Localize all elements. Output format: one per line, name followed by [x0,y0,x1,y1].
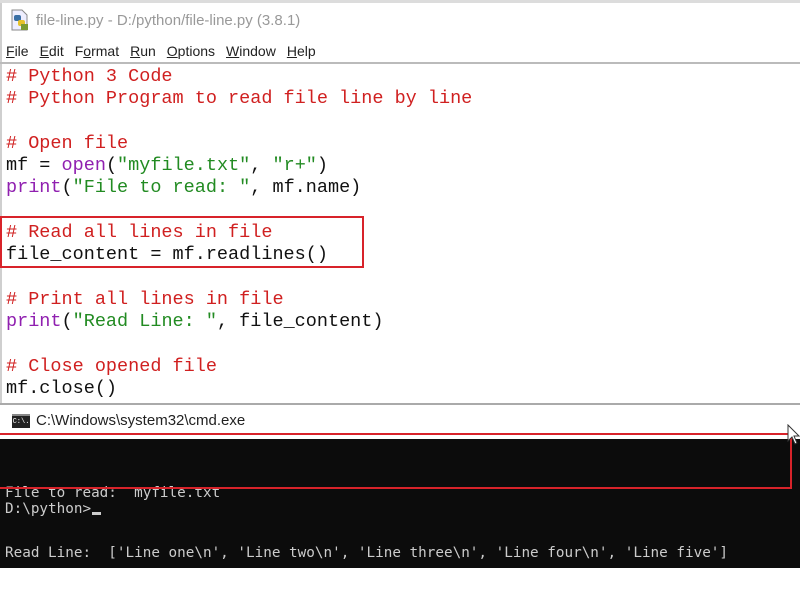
code-line: mf = open("myfile.txt", "r+") [6,155,472,177]
menu-format[interactable]: Format [75,43,119,59]
code-token: ( [61,177,73,199]
comment: # Python Program to read file line by li… [6,88,473,110]
menu-edit[interactable]: Edit [40,43,64,59]
window-title: file-line.py - D:/python/file-line.py (3… [36,11,301,29]
code-line: print("Read Line: ", file_content) [6,311,472,333]
string-literal: "Read Line: " [72,311,217,333]
menu-help[interactable]: Help [287,43,316,59]
comment: # Python 3 Code [6,66,173,87]
code-line: # Close opened file [6,356,472,378]
comment: # Print all lines in file [6,288,284,310]
code-line: # Open file [6,133,472,155]
code-line: # Python Program to read file line by li… [6,88,472,110]
idle-titlebar: file-line.py - D:/python/file-line.py (3… [0,3,800,37]
cmd-icon: C:\. [12,413,30,428]
string-literal: "myfile.txt" [117,155,251,177]
code-line: mf.close() [6,378,472,400]
code-token: ( [105,155,118,177]
string-literal: "r+" [272,155,317,177]
console-prompt[interactable]: D:\python> [5,501,102,517]
code-line: # Print all lines in file [6,289,472,311]
code-line: # Python 3 Code [6,66,472,88]
text-cursor [92,512,102,515]
python-file-icon [10,9,30,31]
cmd-title: C:\Windows\system32\cmd.exe [36,412,246,429]
cmd-titlebar: C:\. C:\Windows\system32\cmd.exe [12,412,245,429]
menu-window[interactable]: Window [226,43,276,59]
code-token: ) [316,155,329,177]
prompt-text: D:\python> [5,501,92,517]
code-token: mf.close() [6,378,118,400]
code-token: , [250,155,273,177]
highlight-box-readlines [0,216,364,268]
code-token: , mf.name) [250,177,362,199]
code-line: print("File to read: ", mf.name) [6,177,472,199]
keyword: print [6,311,62,333]
code-token: mf = [6,155,62,177]
menu-file[interactable]: File [6,43,29,59]
comment: # Close opened file [6,355,217,377]
menu-run[interactable]: Run [130,43,156,59]
menu-bar: File Edit Format Run Options Window Help [0,39,327,63]
console-line: Read Line: ['Line one\n', 'Line two\n', … [5,545,729,561]
comment: # Open file [6,132,129,154]
code-token: ( [61,311,73,333]
code-token: , file_content) [216,311,384,333]
keyword: print [6,177,62,199]
string-literal: "File to read: " [72,177,251,199]
keyword: open [61,155,106,177]
menu-options[interactable]: Options [167,43,215,59]
highlight-box-output [0,433,792,489]
